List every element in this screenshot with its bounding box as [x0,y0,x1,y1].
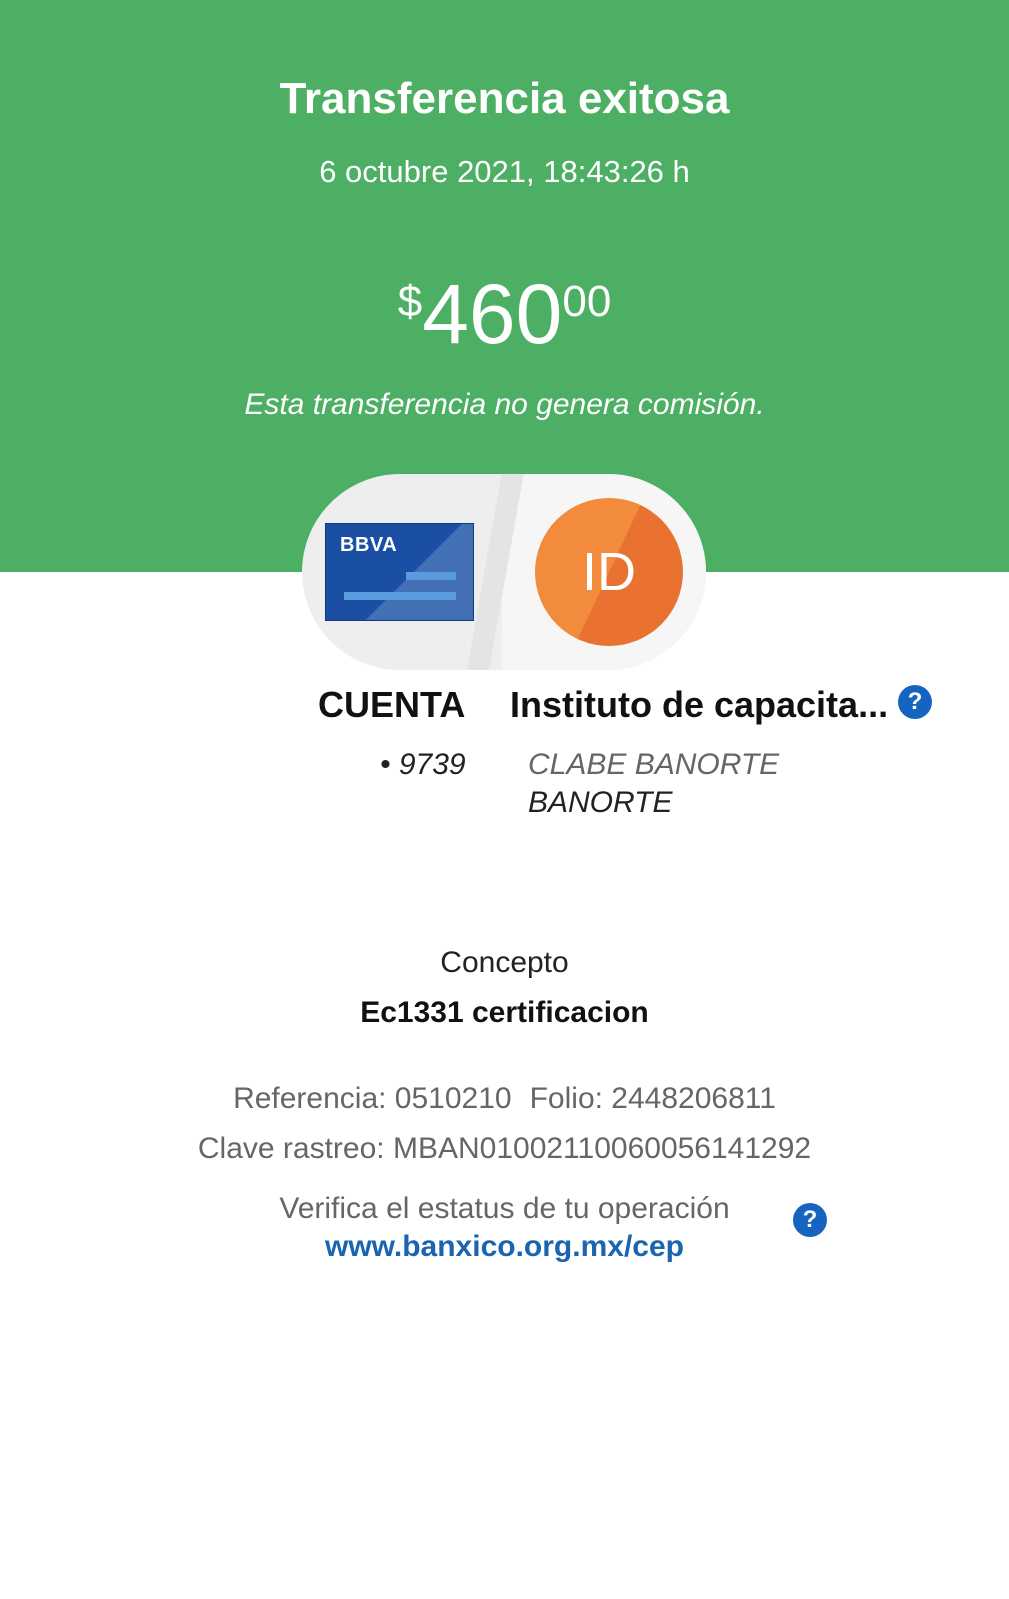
recipient-bank: BANORTE [528,786,673,819]
recipient-account-type: CLABE BANORTE [528,748,780,781]
origin-account-label: CUENTA [318,684,466,725]
transfer-receipt-screen: Transferencia exitosa 6 octubre 2021, 18… [0,0,1009,1599]
page-title: Transferencia exitosa [279,74,730,123]
recipient-avatar: ID [535,498,683,646]
card-stripe [344,592,456,600]
recipient-name: Instituto de capacita... [510,684,889,725]
concept-value: Ec1331 certificacion [360,996,649,1029]
amount-currency: $ [397,277,423,326]
bbva-card-icon: BBVA [325,523,474,621]
folio-number: Folio: 2448206811 [529,1082,776,1115]
amount-integer: 460 [422,267,563,361]
fee-note: Esta transferencia no genera comisión. [244,388,765,421]
amount-decimals: 00 [562,277,612,326]
transfer-amount: $46000 [0,272,1009,356]
banxico-cep-link[interactable]: www.banxico.org.mx/cep [0,1230,1009,1264]
tracking-key: Clave rastreo: MBAN01002110060056141292 [197,1132,812,1165]
reference-folio-line: Referencia: 0510210 Folio: 2448206811 [0,1082,1009,1116]
card-stripe [406,572,456,580]
recipient-help-icon[interactable]: ? [898,685,932,719]
transfer-datetime: 6 octubre 2021, 18:43:26 h [319,154,690,189]
card-brand-logo: BBVA [340,534,398,556]
concept-label: Concepto [440,946,569,979]
reference-number: Referencia: 0510210 [233,1082,512,1115]
origin-account-number: • 9739 [380,748,466,781]
verify-status-text: Verifica el estatus de tu operación [279,1192,730,1225]
